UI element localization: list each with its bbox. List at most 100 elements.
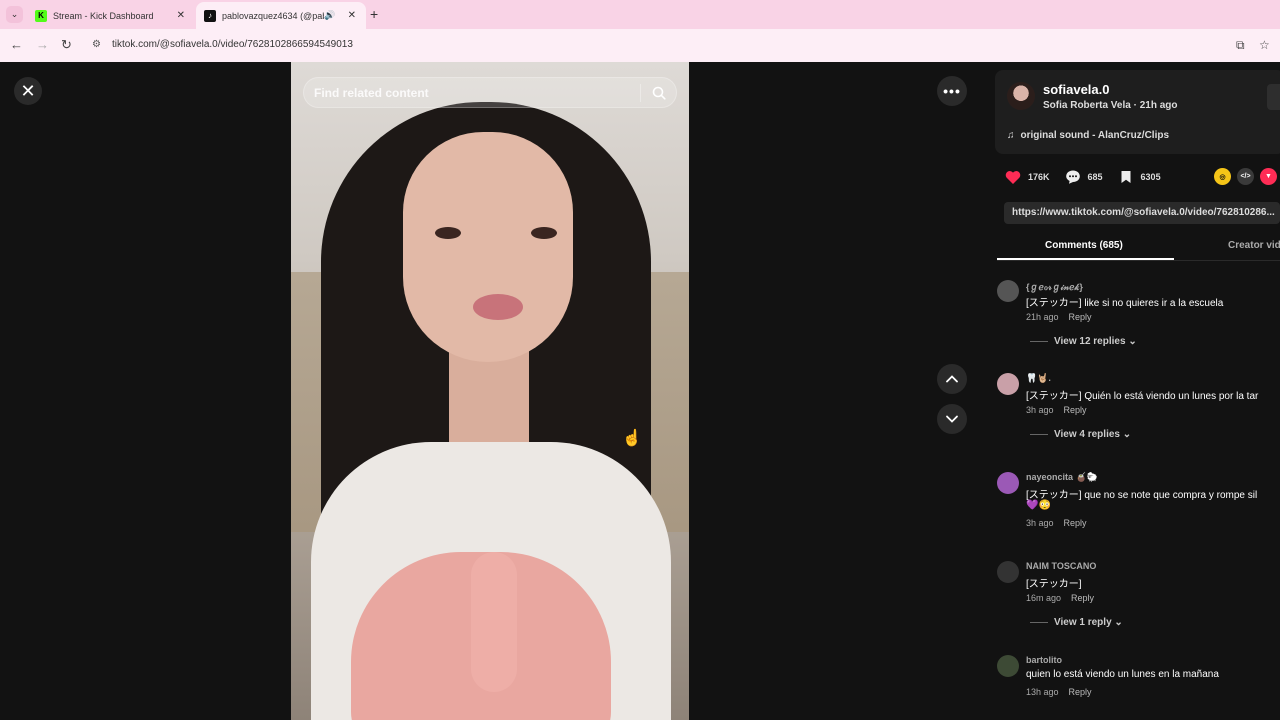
reply-button[interactable]: Reply: [1064, 405, 1087, 415]
share-icons: ◎ </> ▼: [1214, 168, 1277, 185]
view-replies-button[interactable]: View 1 reply ⌄: [1030, 617, 1123, 628]
comment-count: 685: [1087, 172, 1103, 182]
comment-meta: 3h ago Reply: [1026, 405, 1087, 415]
divider: [1030, 341, 1048, 342]
browser-tab-bar: ⌄ K Stream - Kick Dashboard ✕ ♪ pablovaz…: [0, 0, 1280, 29]
avatar[interactable]: [1007, 82, 1035, 110]
comment-meta: 21h ago Reply: [1026, 312, 1092, 322]
comment-meta: 13h ago Reply: [1026, 687, 1092, 697]
video-frame-detail: [471, 552, 517, 692]
creator-card: sofiavela.0 Sofia Roberta Vela · 21h ago…: [995, 70, 1280, 154]
comment-text: quien lo está viendo un lunes en la maña…: [1026, 669, 1219, 680]
comment-text-emoji: 💜😳: [1026, 500, 1051, 511]
browser-tab-kick[interactable]: K Stream - Kick Dashboard ✕: [27, 2, 195, 29]
view-replies-button[interactable]: View 4 replies ⌄: [1030, 429, 1131, 440]
back-icon[interactable]: ←: [10, 37, 23, 52]
avatar[interactable]: [997, 280, 1019, 302]
copy-link-field[interactable]: https://www.tiktok.com/@sofiavela.0/vide…: [1004, 202, 1280, 224]
browser-tab-tiktok[interactable]: ♪ pablovazquez4634 (@pabl 🔊 ✕: [196, 2, 366, 29]
related-search-input[interactable]: [314, 78, 634, 107]
url-field[interactable]: tiktok.com/@sofiavela.0/video/7628102866…: [112, 39, 353, 50]
engagement-stats: 176K 685 6305: [1004, 168, 1175, 186]
more-options-button[interactable]: •••: [937, 76, 967, 106]
tiktok-video-page: ✕ ☝ ••• sofiavela.0: [0, 62, 1280, 720]
active-tab-indicator: [997, 258, 1174, 260]
comment-author[interactable]: nayeoncita 🧉🐑: [1026, 472, 1098, 483]
close-icon: ✕: [20, 80, 36, 101]
view-replies-label: View 1 reply: [1054, 617, 1112, 628]
panel-tabs: Comments (685) Creator vid: [997, 234, 1280, 261]
chevron-up-icon: [946, 375, 958, 383]
close-icon[interactable]: ✕: [348, 10, 356, 21]
video-frame-detail: [531, 227, 557, 239]
comment-author[interactable]: NAIM TOSCANO: [1026, 561, 1096, 571]
divider: [1030, 434, 1048, 435]
music-note-icon: ♫: [1007, 130, 1015, 141]
comment-time: 21h ago: [1026, 312, 1059, 322]
comment-author[interactable]: {ℊℯℴ𝓇ℊ𝒾𝓃ℯ𝓀}: [1026, 280, 1083, 293]
share-arrow-icon[interactable]: ▼: [1260, 168, 1277, 185]
comment-bubble-icon: [1064, 168, 1082, 186]
chevron-down-icon: ⌄: [1128, 336, 1137, 347]
comment-time: 13h ago: [1026, 687, 1059, 697]
more-dots-icon: •••: [943, 83, 961, 99]
comment-meta: 16m ago Reply: [1026, 593, 1094, 603]
embed-code-icon[interactable]: </>: [1237, 168, 1254, 185]
avatar[interactable]: [997, 655, 1019, 677]
tab-title: pablovazquez4634 (@pabl: [222, 10, 325, 21]
save-count: 6305: [1140, 172, 1161, 182]
bookmark-icon: [1117, 168, 1135, 186]
chevron-down-icon: ⌄: [1114, 617, 1123, 628]
next-video-button[interactable]: [937, 404, 967, 434]
comment-button[interactable]: 685: [1064, 168, 1103, 186]
view-replies-label: View 12 replies: [1054, 336, 1126, 347]
reply-button[interactable]: Reply: [1069, 687, 1092, 697]
follow-button[interactable]: [1267, 84, 1280, 110]
like-count: 176K: [1028, 172, 1050, 182]
speaker-icon[interactable]: 🔊: [324, 10, 335, 21]
new-tab-button[interactable]: +: [370, 6, 378, 22]
comment-time: 3h ago: [1026, 405, 1054, 415]
video-frame-detail: [403, 132, 573, 362]
address-bar: ← → ↻ ⚙ tiktok.com/@sofiavela.0/video/76…: [0, 29, 1280, 62]
sound-link[interactable]: ♫ original sound - AlanCruz/Clips: [1007, 130, 1169, 141]
forward-icon[interactable]: →: [36, 37, 49, 52]
comment-time: 16m ago: [1026, 593, 1062, 603]
tab-creator-videos[interactable]: Creator vid: [1228, 240, 1280, 251]
reply-button[interactable]: Reply: [1069, 312, 1092, 322]
save-button[interactable]: 6305: [1117, 168, 1161, 186]
close-player-button[interactable]: ✕: [14, 77, 42, 105]
tab-comments[interactable]: Comments (685): [1045, 240, 1123, 251]
reload-icon[interactable]: ↻: [61, 37, 72, 53]
details-panel: sofiavela.0 Sofia Roberta Vela · 21h ago…: [980, 62, 1280, 720]
comment-author[interactable]: bartolito: [1026, 655, 1062, 665]
reply-button[interactable]: Reply: [1064, 518, 1087, 528]
previous-video-button[interactable]: [937, 364, 967, 394]
comment-meta: 3h ago Reply: [1026, 518, 1087, 528]
avatar[interactable]: [997, 472, 1019, 494]
sound-title: original sound - AlanCruz/Clips: [1020, 130, 1170, 141]
like-button[interactable]: 176K: [1004, 168, 1050, 186]
comment-author[interactable]: 🦷🤘🏼.: [1026, 373, 1051, 384]
close-icon[interactable]: ✕: [177, 10, 185, 21]
search-icon: [652, 86, 666, 100]
coin-icon[interactable]: ◎: [1214, 168, 1231, 185]
tab-search-button[interactable]: ⌄: [6, 6, 23, 23]
related-search-box: [303, 77, 677, 108]
divider: [1030, 622, 1048, 623]
video-player[interactable]: ☝: [291, 62, 689, 720]
comment-text: [ステッカー] que no se note que compra y romp…: [1026, 490, 1258, 501]
avatar[interactable]: [997, 373, 1019, 395]
creator-subline: Sofia Roberta Vela · 21h ago: [1043, 100, 1178, 111]
bookmark-star-icon[interactable]: ☆: [1259, 38, 1270, 52]
site-info-icon[interactable]: ⚙: [92, 39, 101, 50]
creator-username[interactable]: sofiavela.0: [1043, 82, 1110, 97]
comment-text: [ステッカー]: [1026, 579, 1082, 590]
avatar[interactable]: [997, 561, 1019, 583]
view-replies-button[interactable]: View 12 replies ⌄: [1030, 336, 1137, 347]
comment-time: 3h ago: [1026, 518, 1054, 528]
search-button[interactable]: [648, 83, 670, 103]
heart-icon: [1004, 168, 1022, 186]
reply-button[interactable]: Reply: [1071, 593, 1094, 603]
install-app-icon[interactable]: ⧉: [1236, 38, 1245, 53]
